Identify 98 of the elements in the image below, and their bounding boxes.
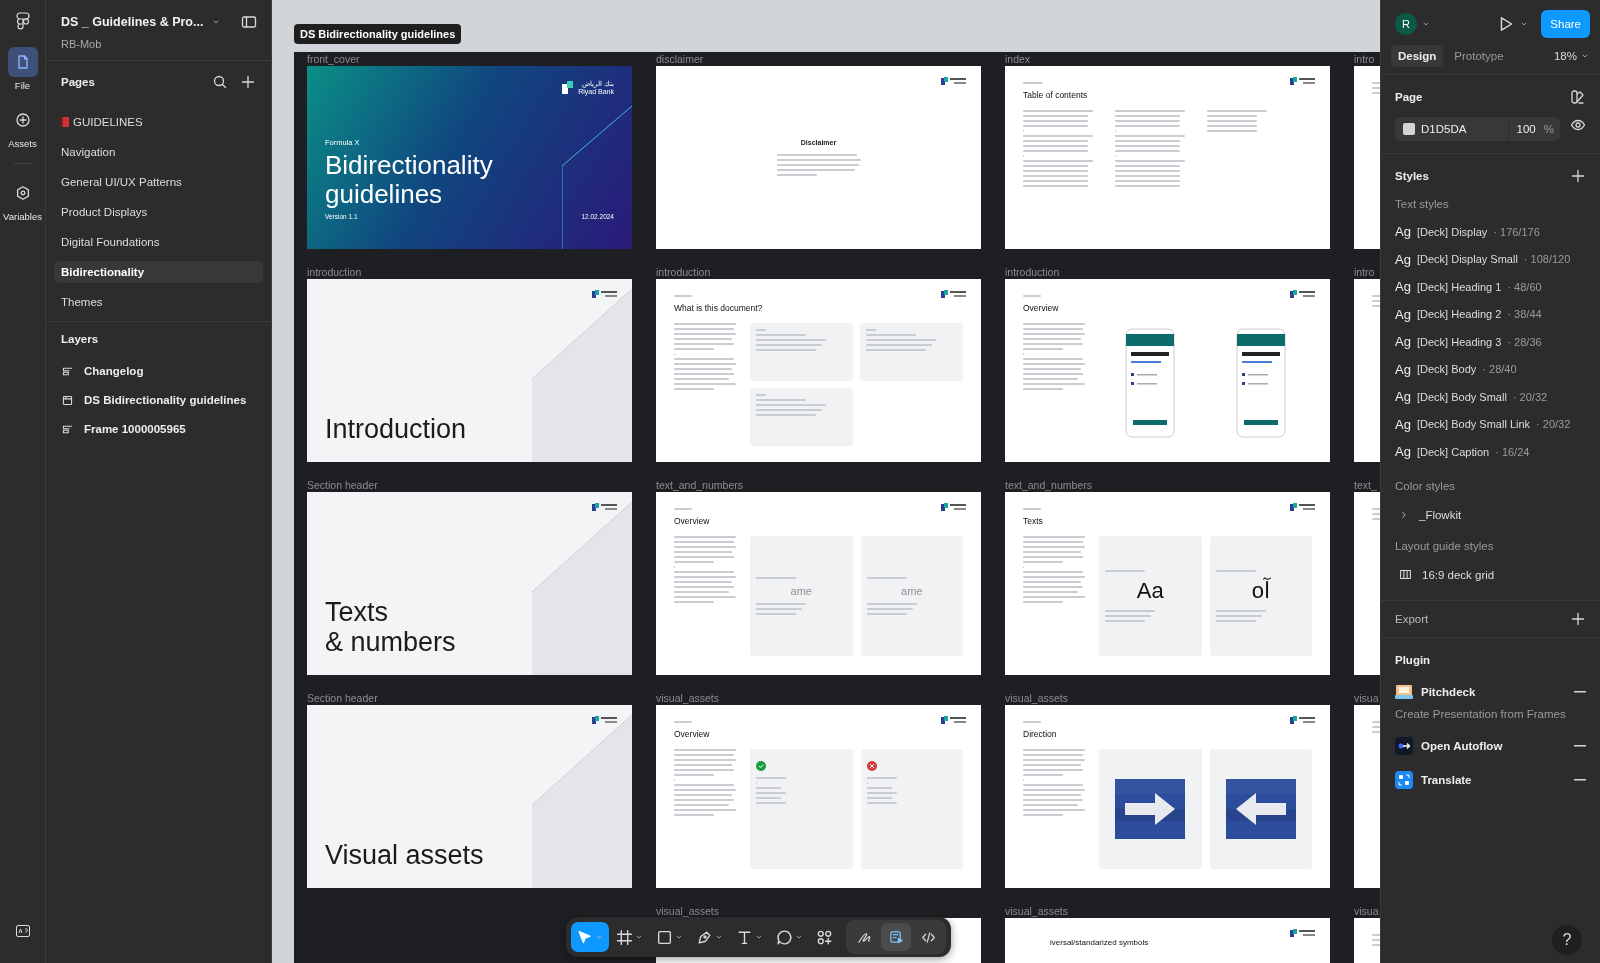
slide-label: introduction (1005, 266, 1061, 278)
style-sample: Ag (1395, 279, 1411, 295)
slide-label: visua (1354, 905, 1380, 917)
slide-title: Table of contents (1023, 90, 1089, 100)
style-sample: Ag (1395, 389, 1411, 405)
slide-label: visual_assets (1005, 692, 1070, 704)
user-avatar[interactable]: R (1395, 13, 1417, 35)
text-style-spec: · 20/32 (1536, 418, 1571, 431)
cover-title: Bidirectionality guidelines (325, 151, 494, 209)
page-item[interactable]: Product Displays (54, 201, 263, 223)
text-style-spec: · 28/40 (1482, 363, 1517, 376)
text-style-name[interactable]: [Deck] Heading 3 (1417, 335, 1502, 348)
slide-label: Section header (307, 479, 379, 491)
slide-label: visua (1354, 692, 1380, 704)
glyph-sample: oآ (1251, 578, 1270, 604)
text-styles-heading: Text styles (1395, 198, 1450, 210)
text-style-name[interactable]: [Deck] Heading 2 (1417, 308, 1502, 321)
help-button[interactable]: ? (1552, 925, 1582, 955)
section-title: Introduction (325, 414, 468, 444)
style-sample: Ag (1395, 224, 1411, 240)
page-item[interactable]: Digital Foundations (54, 231, 263, 253)
text-style-name[interactable]: [Deck] Caption (1417, 445, 1490, 458)
rail-tab[interactable]: Assets (7, 105, 38, 149)
slide-title: Overview (1023, 303, 1060, 313)
slide-label: Section header (307, 692, 379, 704)
slide-label: text_and_numbers (656, 479, 744, 491)
page-item[interactable]: Themes (54, 291, 263, 313)
text-style-name[interactable]: [Deck] Display Small (1417, 253, 1518, 266)
style-sample: Ag (1395, 444, 1411, 460)
color-style-group[interactable]: _Flowkit (1419, 508, 1462, 521)
slide-label: front_cover (307, 53, 361, 65)
text-style-spec: · 28/36 (1507, 335, 1542, 348)
style-sample: Ag (1395, 306, 1411, 322)
layer-item[interactable]: Frame 1000005965 (84, 423, 186, 435)
panel-tab[interactable]: Design (1391, 45, 1444, 67)
style-sample: Ag (1395, 361, 1411, 377)
slide-label: text_ (1354, 479, 1378, 491)
text-style-name[interactable]: [Deck] Body (1417, 363, 1477, 376)
layer-item[interactable]: DS Bidirectionality guidelines (84, 394, 247, 406)
text-style-spec: · 16/24 (1495, 445, 1530, 458)
file-name[interactable]: DS _ Guidelines & Pro... (61, 15, 204, 29)
rail-tab[interactable]: Variables (3, 178, 42, 222)
team-name: RB-Mob (61, 38, 102, 50)
plugin-name[interactable]: Open Autoflow (1421, 739, 1566, 752)
text-style-spec: · 108/120 (1523, 253, 1571, 266)
text-style-name[interactable]: [Deck] Body Small Link (1417, 418, 1531, 431)
text-style-spec: · 48/60 (1507, 280, 1542, 293)
slide-title: Overview (674, 729, 711, 739)
slide-title: What is this document? (674, 303, 764, 313)
glyph-sample: ame (790, 585, 812, 597)
page-color-field[interactable]: D1D5DA 100 % (1395, 117, 1560, 141)
slide-label: introduction (307, 266, 363, 278)
slide-title: Direction (1023, 729, 1058, 739)
text-style-spec: · 176/176 (1493, 225, 1540, 238)
styles-heading: Styles (1395, 170, 1429, 182)
slide-label: visual_assets (656, 905, 721, 917)
style-sample: Ag (1395, 416, 1411, 432)
slide-label: introduction (656, 266, 712, 278)
layout-styles-heading: Layout guide styles (1395, 539, 1495, 552)
plugin-heading: Plugin (1395, 653, 1431, 666)
slide-title: Overview (674, 516, 711, 526)
page-item[interactable]: Bidirectionality (54, 261, 263, 283)
style-sample: Ag (1395, 251, 1411, 267)
pages-heading: Pages (61, 76, 96, 88)
export-heading: Export (1395, 612, 1429, 625)
section-title: Texts & numbers (325, 597, 457, 657)
page-item[interactable]: General UI/UX Patterns (54, 171, 263, 193)
layer-item[interactable]: Changelog (84, 365, 144, 377)
page-heading: Page (1395, 91, 1423, 103)
slide-label: visual_assets (656, 692, 721, 704)
layers-heading: Layers (61, 333, 100, 345)
slide-label: disclaimer (656, 53, 705, 65)
slide-label: text_and_numbers (1005, 479, 1093, 491)
text-style-spec: · 20/32 (1512, 390, 1548, 403)
plugin-name[interactable]: Pitchdeck (1421, 685, 1566, 698)
slide-title: iversal/standarized symbols (1050, 938, 1149, 947)
slide-label: intro (1354, 266, 1376, 278)
slide-label: visual_assets (1005, 905, 1070, 917)
text-style-name[interactable]: [Deck] Body Small (1417, 390, 1507, 403)
glyph-sample: Aa (1136, 578, 1164, 604)
frame-label[interactable]: DS Bidirectionality guidelines (294, 24, 462, 44)
section-title: Visual assets (325, 840, 485, 870)
text-style-name[interactable]: [Deck] Heading 1 (1417, 280, 1502, 293)
slide-label: index (1005, 53, 1032, 65)
layout-style-name[interactable]: 16:9 deck grid (1422, 568, 1495, 581)
zoom-level[interactable]: 18% (1553, 50, 1577, 62)
plugin-name[interactable]: Translate (1421, 773, 1566, 786)
panel-tab[interactable]: Prototype (1447, 45, 1511, 67)
color-styles-heading: Color styles (1395, 479, 1457, 492)
text-style-name[interactable]: [Deck] Display (1417, 225, 1488, 238)
page-item[interactable]: Navigation (54, 141, 263, 163)
glyph-sample: ame (901, 585, 923, 597)
style-sample: Ag (1395, 334, 1411, 350)
slide-title: Texts (1023, 516, 1044, 526)
slide-label: intro (1354, 53, 1376, 65)
page-item[interactable]: GUIDELINES (54, 111, 263, 133)
text-style-spec: · 38/44 (1507, 308, 1542, 321)
plugin-description: Create Presentation from Frames (1395, 707, 1567, 720)
